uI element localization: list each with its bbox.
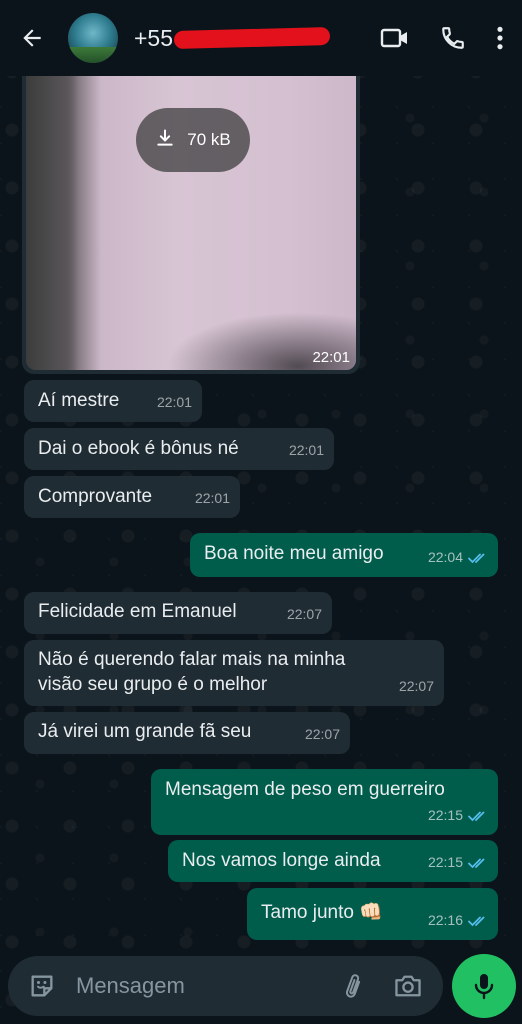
message-time: 22:07 (304, 726, 340, 742)
message-time: 22:01 (156, 394, 192, 410)
download-size: 70 kB (187, 130, 231, 149)
download-icon (155, 128, 175, 153)
message-time: 22:07 (398, 678, 434, 694)
message-outgoing[interactable]: Nos vamos longe ainda 22:15 (168, 840, 498, 882)
message-text: Já virei um grande fã seu (38, 721, 252, 742)
message-text: Felicidade em Emanuel (38, 601, 237, 622)
read-ticks-icon (468, 810, 488, 822)
message-input[interactable] (74, 972, 318, 1000)
message-text: Comprovante (38, 486, 153, 507)
camera-icon[interactable] (393, 972, 423, 1000)
message-time: 22:01 (194, 490, 230, 506)
read-ticks-icon (468, 915, 488, 927)
redaction-mark (173, 26, 331, 49)
read-ticks-icon (468, 857, 488, 869)
message-incoming[interactable]: Comprovante 22:01 (24, 476, 240, 518)
message-text: Aí mestre (38, 390, 120, 411)
message-time: 22:15 (428, 803, 488, 828)
message-text: Tamo junto 👊🏻 (261, 902, 383, 923)
message-text: Boa noite meu amigo (204, 543, 384, 564)
chat-header: +55 (0, 0, 522, 76)
phone-icon[interactable] (440, 25, 466, 51)
message-incoming[interactable]: Já virei um grande fã seu 22:07 (24, 712, 350, 754)
contact-avatar[interactable] (68, 13, 118, 63)
message-outgoing[interactable]: Boa noite meu amigo 22:04 (190, 533, 498, 577)
message-text: Não é querendo falar mais na minha visão… (38, 649, 346, 695)
video-call-icon[interactable] (380, 25, 410, 51)
message-outgoing[interactable]: Tamo junto 👊🏻 22:16 (247, 888, 498, 940)
mic-icon (472, 972, 496, 1000)
message-time: 22:07 (286, 606, 322, 622)
message-incoming[interactable]: Dai o ebook é bônus né 22:01 (24, 428, 334, 470)
contact-name[interactable]: +55 (134, 24, 331, 52)
mic-button[interactable] (452, 954, 516, 1018)
message-composer (8, 956, 443, 1016)
message-incoming[interactable]: Não é querendo falar mais na minha visão… (24, 640, 444, 706)
message-text: Dai o ebook é bônus né (38, 438, 239, 459)
message-time: 22:04 (428, 545, 488, 570)
message-time: 22:01 (288, 442, 324, 458)
message-text: Nos vamos longe ainda (182, 850, 381, 871)
message-text: Mensagem de peso em guerreiro (165, 779, 445, 800)
message-incoming[interactable]: Aí mestre 22:01 (24, 380, 202, 422)
read-ticks-icon (468, 552, 488, 564)
message-time: 22:16 (428, 908, 488, 933)
message-incoming[interactable]: Felicidade em Emanuel 22:07 (24, 592, 332, 634)
message-time: 22:01 (312, 349, 350, 366)
contact-number-prefix: +55 (134, 24, 174, 51)
back-arrow-icon[interactable] (18, 24, 46, 52)
sticker-icon[interactable] (28, 972, 56, 1000)
message-time: 22:15 (428, 850, 488, 875)
image-message[interactable]: 70 kB 22:01 (22, 72, 360, 374)
attach-icon[interactable] (341, 972, 365, 1002)
download-button[interactable]: 70 kB (136, 108, 250, 172)
message-outgoing[interactable]: Mensagem de peso em guerreiro 22:15 (151, 769, 498, 835)
more-vert-icon[interactable] (496, 25, 504, 51)
